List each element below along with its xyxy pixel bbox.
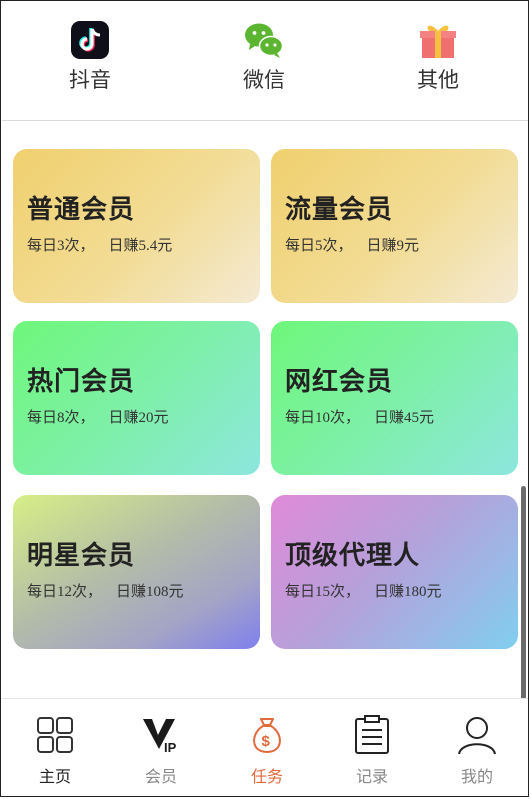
card-earn: 日赚9元 xyxy=(366,238,420,254)
app-frame: 抖音 微信 其他 普通会员 每日3次， 日赚5.4元 流量会员 每日5次， 日赚… xyxy=(0,0,529,797)
person-icon xyxy=(457,715,497,755)
category-label: 抖音 xyxy=(69,69,111,92)
category-bar: 抖音 微信 其他 xyxy=(2,2,528,121)
category-label: 微信 xyxy=(243,69,285,92)
gift-icon xyxy=(418,20,458,60)
scrollbar[interactable] xyxy=(521,486,526,724)
membership-card-traffic[interactable]: 流量会员 每日5次， 日赚9元 xyxy=(271,149,518,303)
tab-vip[interactable]: IP 会员 xyxy=(121,715,201,787)
card-daily: 每日12次， xyxy=(27,584,103,600)
card-earn: 日赚5.4元 xyxy=(108,238,173,254)
card-desc: 每日8次， 日赚20元 xyxy=(27,406,260,427)
card-title: 网红会员 xyxy=(285,366,394,396)
tab-label: 任务 xyxy=(250,769,283,786)
tab-label: 记录 xyxy=(355,769,388,786)
card-daily: 每日3次， xyxy=(27,238,95,254)
card-earn: 日赚20元 xyxy=(108,410,169,426)
membership-card-popular[interactable]: 热门会员 每日8次， 日赚20元 xyxy=(13,321,260,475)
clipboard-icon xyxy=(352,715,392,755)
card-title: 顶级代理人 xyxy=(285,540,421,570)
card-desc: 每日15次， 日赚180元 xyxy=(285,580,518,601)
tab-label: 主页 xyxy=(38,769,71,786)
tab-profile[interactable]: 我的 xyxy=(437,715,517,787)
grid-icon xyxy=(35,715,75,755)
membership-grid: 普通会员 每日3次， 日赚5.4元 流量会员 每日5次， 日赚9元 热门会员 每日8… xyxy=(2,121,528,696)
svg-text:IP: IP xyxy=(164,740,177,755)
membership-card-influencer[interactable]: 网红会员 每日10次， 日赚45元 xyxy=(271,321,518,475)
membership-card-top-agent[interactable]: 顶级代理人 每日15次， 日赚180元 xyxy=(271,495,518,649)
tiktok-icon xyxy=(70,20,110,60)
tab-records[interactable]: 记录 xyxy=(332,715,412,787)
category-douyin[interactable]: 抖音 xyxy=(30,20,150,94)
card-earn: 日赚180元 xyxy=(374,584,442,600)
card-daily: 每日8次， xyxy=(27,410,95,426)
tab-home[interactable]: 主页 xyxy=(15,715,95,787)
vip-icon: IP xyxy=(141,715,181,755)
card-daily: 每日15次， xyxy=(285,584,361,600)
card-title: 流量会员 xyxy=(285,194,394,224)
svg-text:$: $ xyxy=(262,733,271,750)
membership-card-regular[interactable]: 普通会员 每日3次， 日赚5.4元 xyxy=(13,149,260,303)
card-desc: 每日5次， 日赚9元 xyxy=(285,234,518,255)
card-desc: 每日3次， 日赚5.4元 xyxy=(27,234,260,255)
card-title: 热门会员 xyxy=(27,366,136,396)
card-daily: 每日10次， xyxy=(285,410,361,426)
card-title: 明星会员 xyxy=(27,540,136,570)
tab-label: 我的 xyxy=(460,769,493,786)
card-title: 普通会员 xyxy=(27,194,136,224)
category-wechat[interactable]: 微信 xyxy=(204,20,324,94)
card-earn: 日赚108元 xyxy=(116,584,184,600)
card-daily: 每日5次， xyxy=(285,238,353,254)
membership-card-star[interactable]: 明星会员 每日12次， 日赚108元 xyxy=(13,495,260,649)
category-label: 其他 xyxy=(417,69,459,92)
card-desc: 每日12次， 日赚108元 xyxy=(27,580,260,601)
bottom-tab-bar: 主页 IP 会员 $ 任务 记录 我的 xyxy=(2,698,528,796)
category-other[interactable]: 其他 xyxy=(378,20,498,94)
tab-tasks[interactable]: $ 任务 xyxy=(227,715,307,787)
tab-label: 会员 xyxy=(144,769,177,786)
card-desc: 每日10次， 日赚45元 xyxy=(285,406,518,427)
card-earn: 日赚45元 xyxy=(374,410,435,426)
money-bag-icon: $ xyxy=(247,715,287,755)
wechat-icon xyxy=(244,20,284,60)
